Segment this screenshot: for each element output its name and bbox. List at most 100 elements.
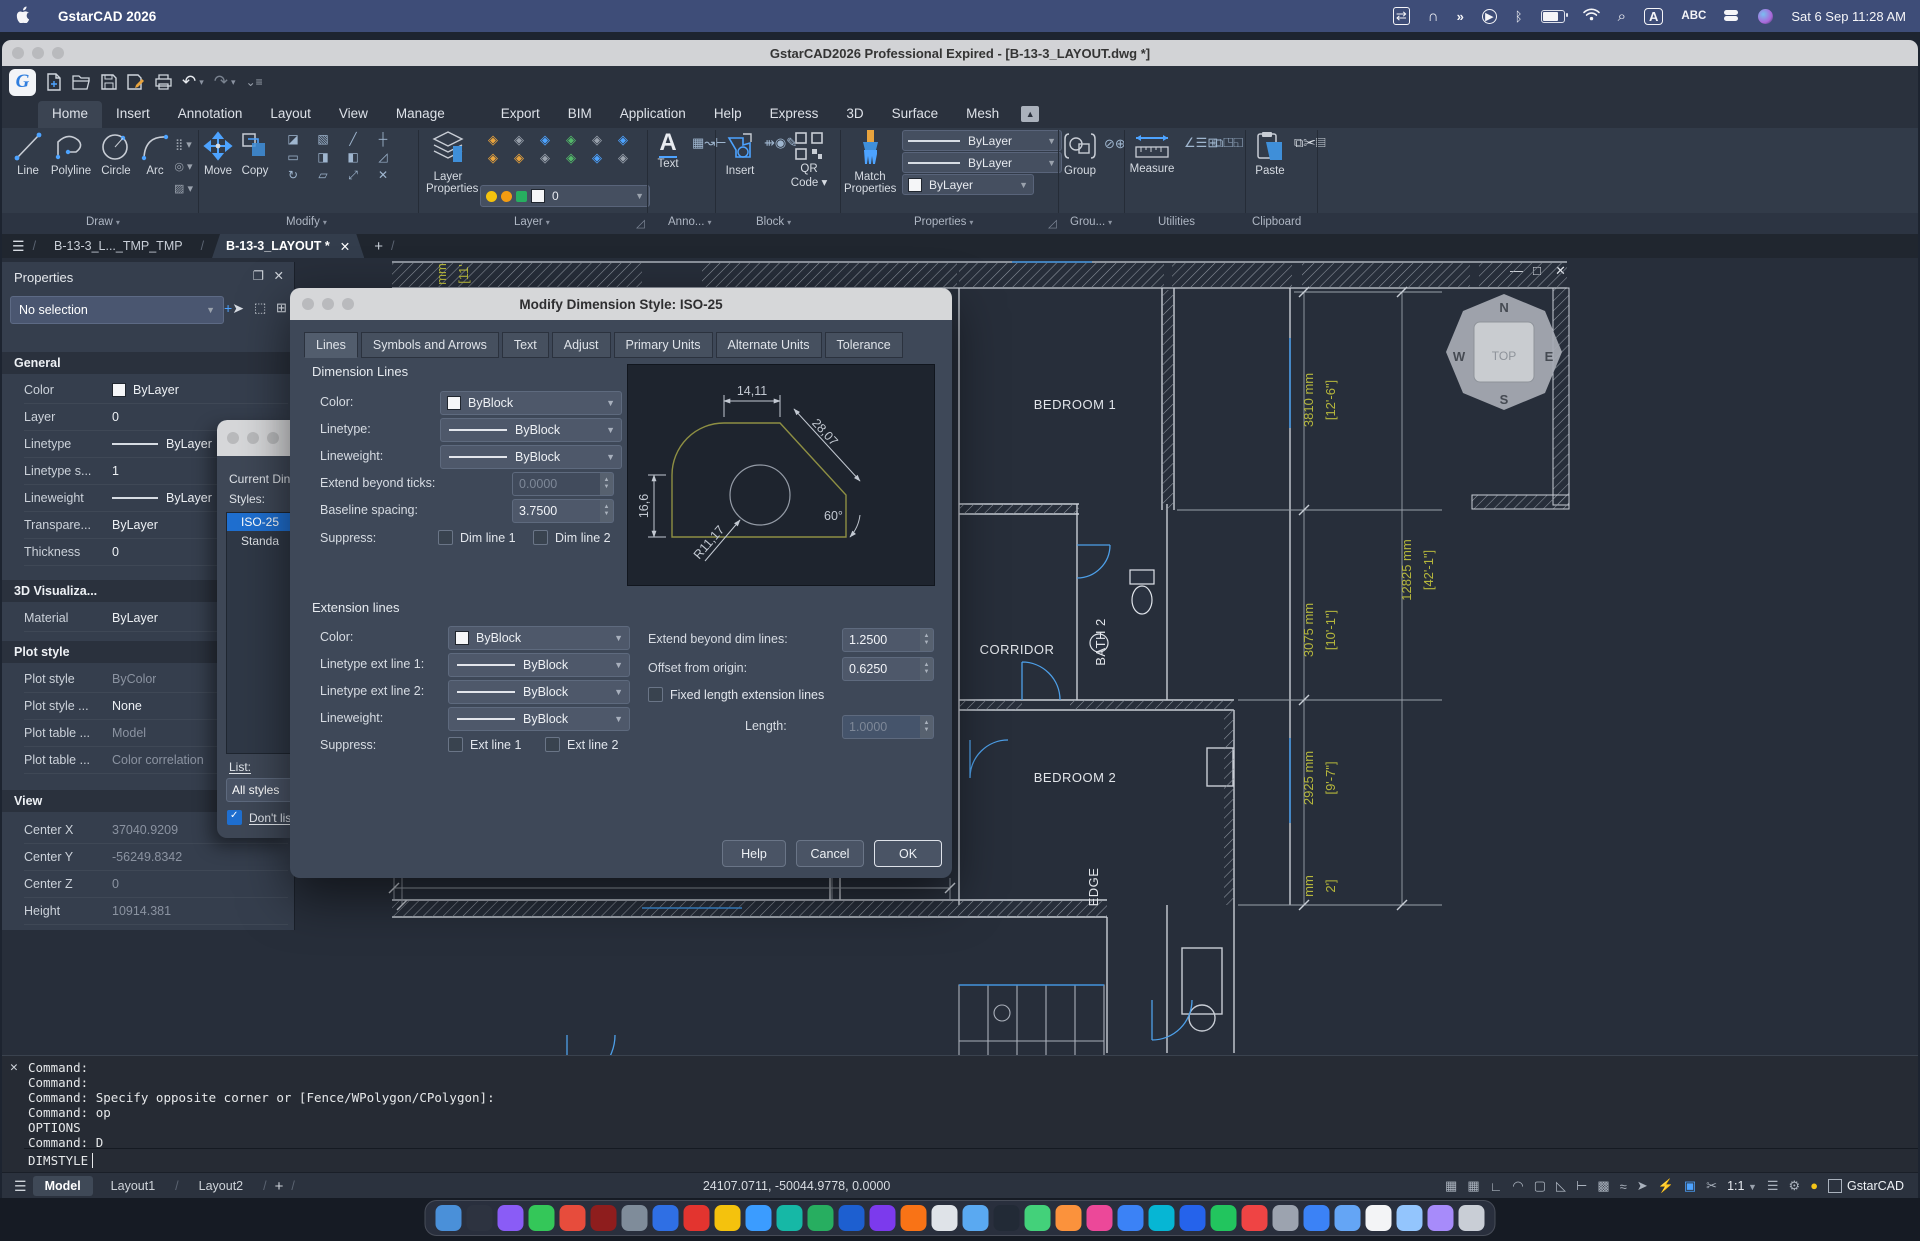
- print-icon[interactable]: [155, 74, 172, 90]
- dock-app-icon[interactable]: [1366, 1205, 1392, 1231]
- dock-app-icon[interactable]: [994, 1205, 1020, 1231]
- ext-linetype2-dropdown[interactable]: ByBlock▼: [448, 680, 630, 704]
- spotlight-search-icon[interactable]: ⌕: [1618, 8, 1626, 25]
- new-file-icon[interactable]: [46, 73, 62, 91]
- status-menu-icon[interactable]: ☰: [14, 1178, 27, 1195]
- dock-app-icon[interactable]: [901, 1205, 927, 1231]
- dock-app-icon[interactable]: [1056, 1205, 1082, 1231]
- tab-lines[interactable]: Lines: [304, 332, 358, 358]
- spinner[interactable]: ▲▼: [600, 472, 614, 496]
- baseline-spacing-input[interactable]: 3.7500: [512, 499, 606, 523]
- dock-app-icon[interactable]: [622, 1205, 648, 1231]
- ribbon-tab-mesh[interactable]: Mesh: [952, 101, 1013, 128]
- panel-label-modify[interactable]: Modify▾: [286, 216, 327, 228]
- status-toggle-icons-2[interactable]: ☰⚙●: [1767, 1178, 1818, 1194]
- view-compass[interactable]: TOP N E S W: [1446, 294, 1562, 410]
- dock-app-icon[interactable]: [1273, 1205, 1299, 1231]
- dock-app-icon[interactable]: [808, 1205, 834, 1231]
- menubar-clock[interactable]: Sat 6 Sep 11:28 AM: [1791, 9, 1906, 24]
- file-tabs-menu-icon[interactable]: ☰: [12, 238, 25, 255]
- ext-line-2-checkbox[interactable]: Ext line 2: [545, 737, 618, 752]
- ribbon-tab-export[interactable]: Export: [487, 101, 554, 128]
- save-as-icon[interactable]: [127, 74, 145, 90]
- screen-mirroring-icon[interactable]: ⇄: [1393, 7, 1410, 25]
- tab-adjust[interactable]: Adjust: [552, 332, 611, 358]
- quick-select-icon[interactable]: ⊞: [276, 300, 287, 316]
- annotation-scale-control[interactable]: 1:1 ▼: [1727, 1179, 1757, 1193]
- list-dropdown[interactable]: All styles: [226, 778, 292, 802]
- apple-icon[interactable]: [16, 6, 31, 26]
- ribbon-tab-annotation[interactable]: Annotation: [164, 101, 257, 128]
- panel-label-properties[interactable]: Properties▾: [914, 216, 973, 228]
- layout2-tab[interactable]: Layout2: [187, 1176, 255, 1196]
- dim-lineweight-dropdown[interactable]: ByBlock▼: [440, 445, 622, 469]
- linetype-combo[interactable]: ByLayer▼: [902, 130, 1062, 151]
- ribbon-tab-express[interactable]: Express: [756, 101, 833, 128]
- polyline-tool[interactable]: Polyline: [48, 130, 94, 177]
- tab-symbols-arrows[interactable]: Symbols and Arrows: [361, 332, 499, 358]
- close-window-icon[interactable]: [302, 298, 314, 310]
- compass-w[interactable]: W: [1453, 349, 1466, 364]
- dim-linetype-dropdown[interactable]: ByBlock▼: [440, 418, 622, 442]
- section-general[interactable]: General: [2, 352, 294, 374]
- dock-app-icon[interactable]: [653, 1205, 679, 1231]
- menubar-app-name[interactable]: GstarCAD 2026: [58, 9, 156, 24]
- fast-forward-icon[interactable]: »: [1457, 9, 1464, 24]
- panel-label-draw[interactable]: Draw▾: [86, 216, 120, 228]
- dock-app-icon[interactable]: [1087, 1205, 1113, 1231]
- wifi-icon[interactable]: [1583, 8, 1600, 24]
- control-center-icon[interactable]: [1724, 9, 1740, 23]
- model-tab[interactable]: Model: [33, 1176, 93, 1196]
- play-icon[interactable]: ▶: [1482, 9, 1497, 24]
- dock-app-icon[interactable]: [1149, 1205, 1175, 1231]
- tab-tolerance[interactable]: Tolerance: [825, 332, 903, 358]
- spinner[interactable]: ▲▼: [920, 715, 934, 739]
- ext-color-dropdown[interactable]: ByBlock▼: [448, 626, 630, 650]
- dock-app-icon[interactable]: [560, 1205, 586, 1231]
- layer-properties-tool[interactable]: Layer Properties: [426, 128, 470, 195]
- dock-app-icon[interactable]: [870, 1205, 896, 1231]
- panel-label-clipboard[interactable]: Clipboard: [1252, 216, 1301, 228]
- style-item[interactable]: Standa: [227, 531, 292, 550]
- abc-input-label[interactable]: ABC: [1681, 10, 1706, 22]
- style-item-selected[interactable]: ISO-25: [227, 513, 292, 531]
- compass-s[interactable]: S: [1500, 392, 1509, 407]
- input-source-icon[interactable]: A: [1644, 8, 1663, 25]
- close-window-icon[interactable]: [227, 432, 239, 444]
- ext-linetype1-dropdown[interactable]: ByBlock▼: [448, 653, 630, 677]
- style-manager-titlebar[interactable]: [217, 420, 292, 456]
- save-icon[interactable]: [101, 74, 117, 90]
- circle-tool[interactable]: Circle: [96, 130, 136, 177]
- dock-app-icon[interactable]: [1304, 1205, 1330, 1231]
- dim-line-1-checkbox[interactable]: Dim line 1: [438, 530, 516, 545]
- group-extra-tools[interactable]: ⊘⊕: [1104, 132, 1126, 156]
- dock-app-icon[interactable]: [1180, 1205, 1206, 1231]
- select-objects-icon[interactable]: ⬚: [254, 300, 266, 316]
- dock-app-icon[interactable]: [1428, 1205, 1454, 1231]
- headphones-icon[interactable]: ∩: [1428, 8, 1439, 25]
- battery-icon[interactable]: [1541, 10, 1565, 23]
- ribbon-tab-insert[interactable]: Insert: [102, 101, 164, 128]
- qr-code-tool[interactable]: QR Code ▾: [788, 130, 830, 189]
- minimize-window-icon[interactable]: [322, 298, 334, 310]
- insert-block-tool[interactable]: Insert: [720, 130, 760, 177]
- dock-app-icon[interactable]: [963, 1205, 989, 1231]
- dock-app-icon[interactable]: [746, 1205, 772, 1231]
- ribbon-tab-view[interactable]: View: [325, 101, 382, 128]
- ribbon-tab-bim[interactable]: BIM: [554, 101, 606, 128]
- color-combo[interactable]: ByLayer▼: [902, 174, 1034, 195]
- panel-label-layer[interactable]: Layer▾: [514, 216, 550, 228]
- panel-label-groups[interactable]: Grou...▾: [1070, 216, 1112, 228]
- minimize-window-icon[interactable]: [32, 47, 44, 59]
- dock-app-icon[interactable]: [1397, 1205, 1423, 1231]
- ext-line-1-checkbox[interactable]: Ext line 1: [448, 737, 521, 752]
- ribbon-tab-application[interactable]: Application: [606, 101, 700, 128]
- dock-app-icon[interactable]: [684, 1205, 710, 1231]
- match-properties-tool[interactable]: Match Properties: [844, 128, 896, 195]
- zoom-window-icon[interactable]: [52, 47, 64, 59]
- ribbon-tab-3d[interactable]: 3D: [832, 101, 877, 128]
- dock-app-icon[interactable]: [839, 1205, 865, 1231]
- zoom-window-icon[interactable]: [267, 432, 279, 444]
- fixed-length-checkbox[interactable]: Fixed length extension lines: [648, 687, 824, 702]
- modify-mini-grid[interactable]: ◪▧╱┼▭◨◧◿↻▱⤢✕: [278, 132, 398, 186]
